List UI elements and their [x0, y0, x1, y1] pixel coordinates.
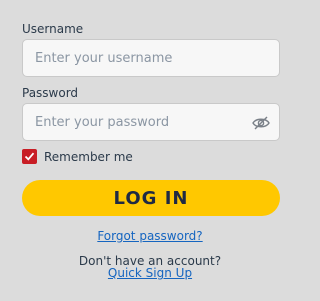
checkmark-icon	[24, 152, 35, 161]
remember-label: Remember me	[44, 149, 133, 164]
remember-checkbox[interactable]	[22, 149, 37, 164]
signup-row: Quick Sign Up	[0, 266, 300, 280]
password-field-container	[22, 103, 280, 141]
quick-signup-link[interactable]: Quick Sign Up	[108, 266, 192, 280]
forgot-password-row: Forgot password?	[0, 229, 300, 243]
login-button[interactable]: LOG IN	[22, 180, 280, 216]
username-input[interactable]	[23, 40, 279, 76]
password-label: Password	[22, 86, 79, 100]
password-input[interactable]	[23, 104, 279, 140]
forgot-password-link[interactable]: Forgot password?	[97, 229, 202, 243]
eye-slash-icon[interactable]	[251, 113, 271, 133]
username-field-container	[22, 39, 280, 77]
remember-me[interactable]: Remember me	[22, 149, 133, 164]
username-label: Username	[22, 22, 84, 36]
